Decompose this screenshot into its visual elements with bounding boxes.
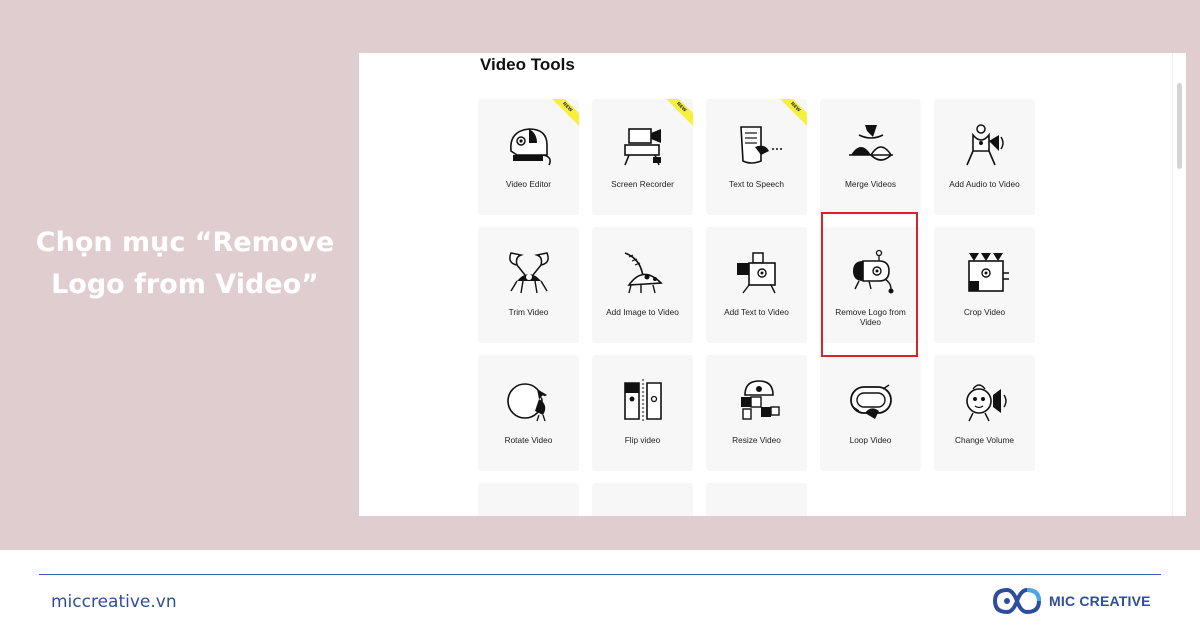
- mirror-faces-icon: [624, 379, 662, 423]
- tool-card-add-image-to-video[interactable]: Add Image to Video: [592, 227, 693, 343]
- tool-label: Add Audio to Video: [949, 179, 1020, 189]
- brand-logo: MIC CREATIVE: [993, 586, 1151, 616]
- tool-label: Rotate Video: [504, 435, 553, 445]
- crab-icon: [509, 252, 549, 294]
- speaker-face-icon: [966, 384, 1007, 422]
- crop-face-icon: [968, 253, 1009, 292]
- caption-line-2: Logo from Video”: [51, 269, 319, 300]
- tool-label: Crop Video: [963, 307, 1006, 317]
- tool-card-add-text-to-video[interactable]: Add Text to Video: [706, 227, 807, 343]
- tool-card-screen-recorder[interactable]: NEW Screen Recorder: [592, 99, 693, 215]
- camera-rig-icon: [624, 128, 661, 166]
- tool-label: Remove Logo from Video: [835, 307, 906, 327]
- tool-card-add-audio-to-video[interactable]: Add Audio to Video: [934, 99, 1035, 215]
- text-box-icon: [737, 252, 776, 294]
- tool-card-trim-video[interactable]: Trim Video: [478, 227, 579, 343]
- audio-figure-icon: [966, 124, 1004, 166]
- circle-bird-icon: [507, 383, 547, 422]
- tool-label: Merge Videos: [844, 179, 897, 189]
- caption-line-1: Chọn mục “Remove: [35, 227, 335, 258]
- scrollbar[interactable]: [1172, 53, 1186, 516]
- tool-label: Screen Recorder: [611, 179, 674, 189]
- tool-card-crop-video[interactable]: Crop Video: [934, 227, 1035, 343]
- tool-card-remove-logo-from-video[interactable]: Remove Logo from Video: [820, 227, 921, 343]
- brand-name: MIC CREATIVE: [1049, 593, 1151, 609]
- blocks-robot-icon: [741, 380, 780, 420]
- merge-flamingo-icon: [849, 125, 893, 161]
- tool-card-partial[interactable]: [478, 483, 579, 516]
- section-title: Video Tools: [480, 55, 575, 74]
- partial-icon: [503, 505, 555, 516]
- website-link[interactable]: miccreative.vn: [51, 592, 177, 612]
- tool-card-video-editor[interactable]: NEW Video Editor: [478, 99, 579, 215]
- chameleon-icon: [510, 128, 551, 166]
- new-badge: NEW: [665, 99, 693, 127]
- new-badge: NEW: [551, 99, 579, 127]
- infinity-logo-icon: [993, 587, 1041, 615]
- tool-card-change-volume[interactable]: Change Volume: [934, 355, 1035, 471]
- loop-ring-icon: [850, 384, 892, 419]
- scrollbar-thumb[interactable]: [1177, 83, 1182, 169]
- tool-label: Resize Video: [732, 435, 781, 445]
- tool-card-rotate-video[interactable]: Rotate Video: [478, 355, 579, 471]
- tool-label: Add Image to Video: [606, 307, 679, 317]
- tool-label: Flip video: [624, 435, 661, 445]
- tool-label: Loop Video: [849, 435, 892, 445]
- tool-card-loop-video[interactable]: Loop Video: [820, 355, 921, 471]
- partial-icon: [731, 505, 783, 516]
- footer-divider: [39, 574, 1161, 575]
- screenshot-panel: Video Tools NEW Video Editor NEW Screen …: [359, 53, 1186, 516]
- tool-card-resize-video[interactable]: Resize Video: [706, 355, 807, 471]
- caption: Chọn mục “Remove Logo from Video”: [20, 222, 350, 306]
- partial-icon: [617, 505, 669, 516]
- feather-bug-icon: [624, 252, 663, 294]
- tool-label: Video Editor: [505, 179, 552, 189]
- tool-card-merge-videos[interactable]: Merge Videos: [820, 99, 921, 215]
- tool-label: Add Text to Video: [724, 307, 789, 317]
- tool-card-partial[interactable]: [706, 483, 807, 516]
- tool-card-flip-video[interactable]: Flip video: [592, 355, 693, 471]
- tool-card-partial[interactable]: [592, 483, 693, 516]
- tool-card-text-to-speech[interactable]: NEW Text to Speech: [706, 99, 807, 215]
- new-badge: NEW: [779, 99, 807, 127]
- tool-label: Text to Speech: [729, 179, 784, 189]
- tool-label: Trim Video: [508, 307, 549, 317]
- tool-label: Change Volume: [954, 435, 1015, 445]
- capsule-face-icon: [853, 249, 894, 294]
- scroll-bird-icon: [740, 126, 782, 164]
